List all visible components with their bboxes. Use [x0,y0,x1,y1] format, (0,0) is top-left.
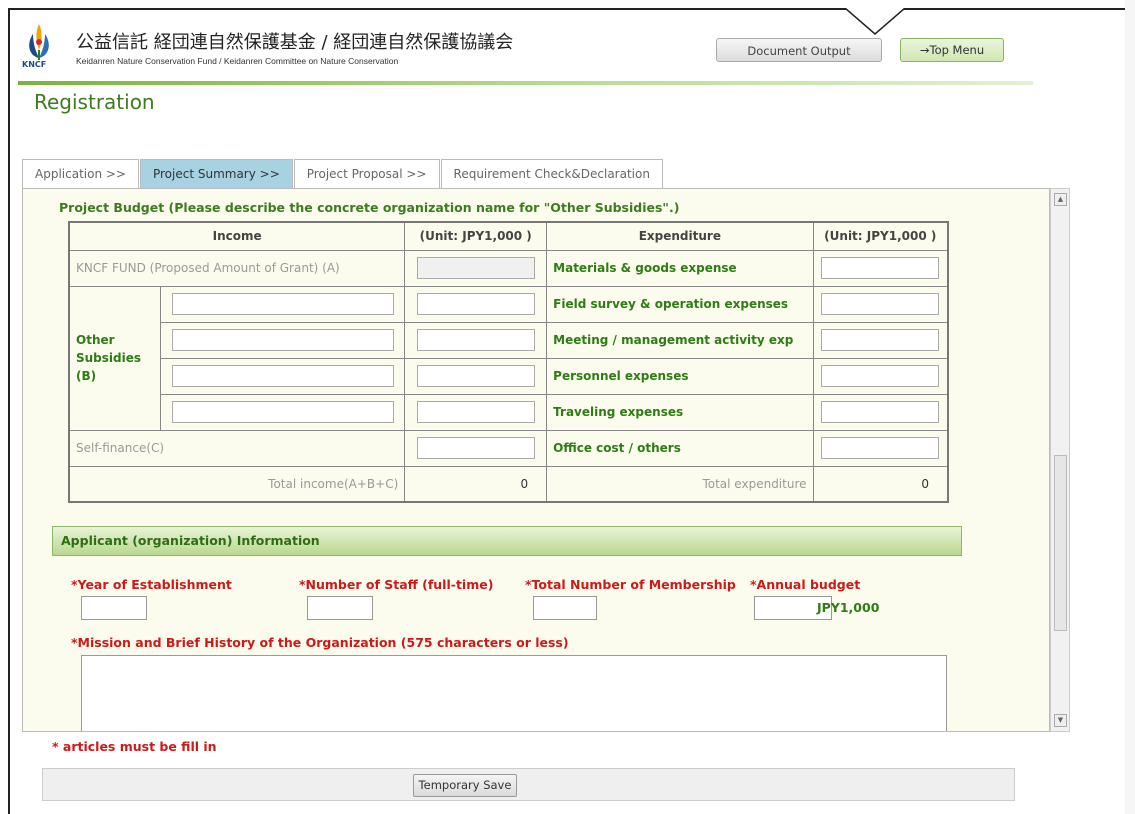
temporary-save-button[interactable]: Temporary Save [413,774,517,797]
traveling-expense-input[interactable] [821,401,940,423]
tab-requirement-check[interactable]: Requirement Check&Declaration [440,159,663,188]
header-divider [18,81,1033,85]
staff-label: *Number of Staff (full-time) [299,577,494,592]
meeting-expense-input[interactable] [821,329,940,351]
page-title: Registration [34,90,155,114]
form-tabs: Application >> Project Summary >> Projec… [22,159,664,189]
site-title-en: Keidanren Nature Conservation Fund / Kei… [76,56,399,66]
scroll-thumb[interactable] [1054,455,1067,631]
panel-scrollbar[interactable]: ▲ ▼ [1050,188,1070,732]
expenditure-label: Traveling expenses [546,393,814,431]
office-cost-input[interactable] [821,437,940,459]
budget-title: Project Budget (Please describe the conc… [59,200,680,215]
budget-row: Other Subsidies (B) Field survey & opera… [68,285,949,431]
total-expenditure-value: 0 [812,465,949,503]
personnel-expense-input[interactable] [821,365,940,387]
tab-application[interactable]: Application >> [22,159,139,188]
expenditure-label: Field survey & operation expenses [546,285,814,323]
income-unit: (Unit: JPY1,000 ) [404,221,548,251]
membership-input[interactable] [533,596,597,620]
total-expenditure-label: Total expenditure [546,465,814,503]
expenditure-label: Office cost / others [546,429,814,467]
annual-budget-label: *Annual budget [750,577,861,592]
mission-label: *Mission and Brief History of the Organi… [71,635,569,650]
site-header: KNCF 公益信託 経団連自然保護基金 / 経団連自然保護協議会 Keidanr… [18,14,1033,84]
expenditure-header: Expenditure [546,221,814,251]
tab-project-proposal[interactable]: Project Proposal >> [293,159,440,188]
budget-row: Personnel expenses [69,357,949,395]
required-note: * articles must be fill in [52,739,217,754]
self-finance-label: Self-finance(C) [68,429,406,467]
budget-row: Traveling expenses [69,393,949,431]
total-income-value: 0 [404,465,548,503]
window-edge [1125,0,1135,814]
site-title-jp: 公益信託 経団連自然保護基金 / 経団連自然保護協議会 [76,32,514,53]
form-panel: Project Budget (Please describe the conc… [22,188,1050,732]
budget-row: Self-finance(C) Office cost / others [68,429,949,467]
subsidy-amount-input-2[interactable] [416,329,535,351]
kncf-fund-label: KNCF FUND (Proposed Amount of Grant) (A) [68,249,406,287]
expenditure-unit: (Unit: JPY1,000 ) [812,221,949,251]
subsidy-amount-input-3[interactable] [416,365,535,387]
annual-budget-unit: JPY1,000 [817,600,880,615]
expenditure-label: Meeting / management activity exp [546,321,814,359]
other-subsidies-label: Other Subsidies (B) [68,285,162,431]
document-output-button[interactable]: Document Output [716,38,882,62]
mission-textarea[interactable] [81,655,947,731]
budget-row: Meeting / management activity exp [69,321,949,359]
tab-project-summary[interactable]: Project Summary >> [139,159,293,188]
total-income-label: Total income(A+B+C) [68,465,406,503]
kncf-fund-input[interactable] [416,257,535,279]
subsidy-name-input-1[interactable] [171,293,394,315]
budget-header-row: Income (Unit: JPY1,000 ) Expenditure (Un… [68,221,949,251]
kncf-logo-icon [29,24,49,60]
footer-bar: Temporary Save [42,768,1015,801]
subsidy-name-input-4[interactable] [171,401,394,423]
scroll-up-icon[interactable]: ▲ [1054,193,1067,206]
expenditure-label: Materials & goods expense [546,249,814,287]
applicant-section-header: Applicant (organization) Information [52,526,962,556]
year-input[interactable] [81,596,147,620]
top-menu-button[interactable]: →Top Menu [900,38,1004,62]
year-label: *Year of Establishment [71,577,232,592]
subsidy-amount-input-4[interactable] [416,401,535,423]
membership-label: *Total Number of Membership [525,577,736,592]
subsidy-amount-input-1[interactable] [416,293,535,315]
subsidy-name-input-2[interactable] [171,329,394,351]
income-header: Income [68,221,406,251]
subsidy-name-input-3[interactable] [171,365,394,387]
field-survey-expense-input[interactable] [821,293,940,315]
scroll-down-icon[interactable]: ▼ [1054,714,1067,727]
budget-row: KNCF FUND (Proposed Amount of Grant) (A)… [68,249,949,287]
materials-expense-input[interactable] [821,257,940,279]
self-finance-input[interactable] [416,437,535,459]
staff-input[interactable] [307,596,373,620]
logo-text: KNCF [22,60,47,69]
budget-total-row: Total income(A+B+C) 0 Total expenditure … [68,465,949,503]
expenditure-label: Personnel expenses [546,357,814,395]
budget-table: Income (Unit: JPY1,000 ) Expenditure (Un… [68,221,949,503]
